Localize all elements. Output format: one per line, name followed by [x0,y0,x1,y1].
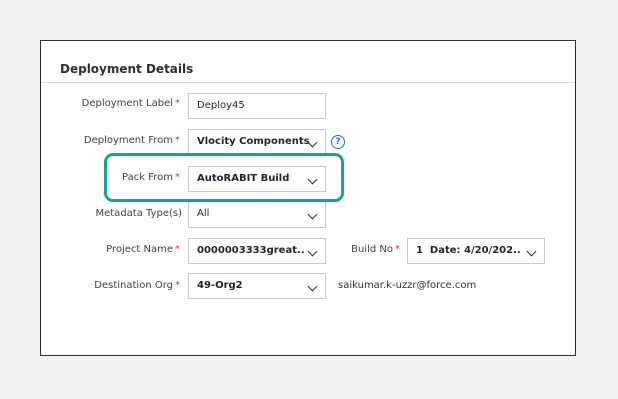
required-marker: * [175,280,180,291]
deployment-from-select[interactable]: Vlocity Components [188,129,326,155]
section-title: Deployment Details [60,62,194,76]
required-marker: * [175,98,180,109]
project-name-value: 0000003333great.. [197,245,305,256]
metadata-types-text: Metadata Type(s) [95,208,182,219]
chevron-down-icon [307,246,318,257]
deployment-label-value: Deploy45 [197,100,245,111]
project-name-text: Project Name [106,244,173,255]
build-no-text: Build No [351,244,393,255]
required-marker: * [395,244,400,255]
chevron-down-icon [307,281,318,292]
metadata-types-value: All [197,208,210,219]
build-no-label: Build No * [340,244,400,255]
deployment-label-input[interactable]: Deploy45 [188,93,326,119]
deployment-from-text: Deployment From [83,135,173,146]
deployment-from-label: Deployment From * [60,135,180,146]
build-no-value: 1 Date: 4/20/202.. [416,245,521,256]
chevron-down-icon [307,209,318,220]
metadata-types-select[interactable]: All [188,202,326,228]
divider [41,82,575,83]
metadata-types-label: Metadata Type(s) [60,208,182,219]
build-no-select[interactable]: 1 Date: 4/20/202.. [407,238,545,264]
pack-from-highlight [104,153,344,202]
destination-org-label: Destination Org * [60,280,180,291]
help-icon[interactable]: ? [331,135,345,149]
deployment-label-text: Deployment Label [81,98,173,109]
project-name-label: Project Name * [60,244,180,255]
chevron-down-icon [526,246,537,257]
required-marker: * [175,244,180,255]
project-name-select[interactable]: 0000003333great.. [188,238,326,264]
required-marker: * [175,135,180,146]
destination-org-text: Destination Org [94,280,173,291]
destination-org-username: saikumar.k-uzzr@force.com [338,280,477,291]
deployment-label-label: Deployment Label * [60,98,180,109]
destination-org-select[interactable]: 49-Org2 [188,273,326,299]
destination-org-value: 49-Org2 [197,280,243,291]
deployment-from-value: Vlocity Components [197,136,310,147]
